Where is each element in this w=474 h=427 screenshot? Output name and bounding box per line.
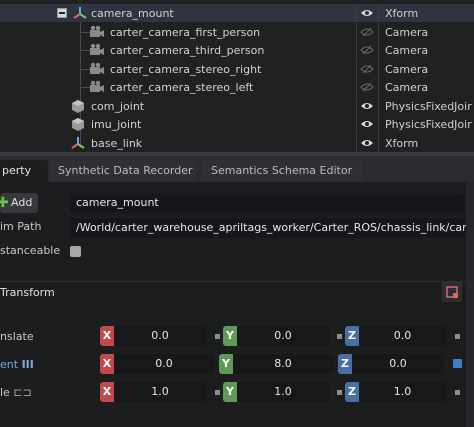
tab-label: Synthetic Data Recorder [58,164,193,177]
instanceable-checkbox[interactable] [70,246,81,257]
translate-label: nslate [0,330,34,343]
orient-z-axis: Z [338,354,352,374]
transform-options-icon[interactable] [442,282,462,302]
tab-label: perty [2,164,32,177]
keyframe-dot[interactable] [455,334,460,339]
camera-icon [89,80,105,94]
orient-z-field[interactable]: 0.0 [352,354,444,374]
panel-scrollbar[interactable] [466,182,474,427]
tab-property[interactable]: perty [0,160,48,182]
scale-z-field[interactable]: 1.0 [359,382,446,402]
visibility-off-icon[interactable] [360,45,374,55]
keyframe-dot[interactable] [215,334,220,339]
tree-row-camera[interactable]: carter_camera_first_person Camera [0,23,474,41]
tree-row-label: carter_camera_stereo_left [110,81,254,94]
translate-z-axis: Z [345,326,359,346]
tree-row-camera[interactable]: carter_camera_stereo_right Camera [0,60,474,78]
translate-y-axis: Y [223,326,237,346]
tree-row-type: Camera [385,63,429,76]
tree-row-camera[interactable]: carter_camera_stereo_left Camera [0,78,474,96]
scale-x-field[interactable]: 1.0 [114,382,206,402]
prim-path-label: im Path [0,220,42,233]
orient-y-field[interactable]: 8.0 [233,354,333,374]
tree-row-type: Camera [385,44,429,57]
tab-semantics-schema-editor[interactable]: Semantics Schema Editor [201,160,363,182]
keyframe-dot[interactable] [337,334,342,339]
keyframe-dot[interactable] [215,390,220,395]
keyframe-dot[interactable] [455,390,460,395]
tree-row-imu-joint[interactable]: imu_joint PhysicsFixedJoir [0,115,474,133]
prim-path-field[interactable]: /World/carter_warehouse_apriltags_worker… [70,218,466,238]
translate-x-field[interactable]: 0.0 [114,326,206,346]
panel-tab-bar: perty Synthetic Data Recorder Semantics … [0,152,474,182]
visibility-off-icon[interactable] [360,82,374,92]
visibility-eye-icon[interactable] [360,101,374,111]
translate-x-axis: X [100,326,114,346]
tree-row-type: Xform [385,7,419,20]
camera-icon [89,43,105,57]
tree-row-label: camera_mount [91,7,174,20]
visibility-eye-icon[interactable] [360,138,374,148]
tree-row-camera[interactable]: carter_camera_third_person Camera [0,41,474,59]
translate-z-field[interactable]: 0.0 [359,326,446,346]
joint-icon [70,99,86,113]
joint-icon [70,117,86,131]
tree-row-base-link[interactable]: base_link Xform [0,134,474,152]
orient-x-axis: X [100,354,114,374]
transform-section-title[interactable]: Transform [0,286,55,299]
prim-name-field[interactable]: camera_mount [70,193,464,213]
link-scale-icon[interactable]: ⊏⊐ [13,386,31,399]
tree-row-type: Xform [385,137,419,150]
tree-row-label: carter_camera_first_person [110,26,261,39]
tree-row-label: carter_camera_third_person [110,44,265,57]
scale-label: le ⊏⊐ [0,386,32,399]
section-divider [0,281,474,282]
collapse-toggle[interactable] [57,8,67,18]
camera-icon [89,62,105,76]
xform-icon [72,6,88,20]
tree-row-type: Camera [385,26,429,39]
camera-icon [89,25,105,39]
tree-row-label: base_link [91,137,143,150]
scale-y-axis: Y [223,382,237,402]
tab-label: Semantics Schema Editor [211,164,353,177]
add-button-label: Add [11,196,33,209]
rotation-order-icon[interactable]: III [22,358,34,371]
add-button[interactable]: ✚ Add [0,193,38,213]
orient-x-field[interactable]: 0.0 [114,354,214,374]
orient-label: ent III [0,358,34,371]
scale-y-field[interactable]: 1.0 [237,382,329,402]
tree-row-camera-mount[interactable]: camera_mount Xform [0,4,474,22]
stage-tree: camera_mount Xform carter_camera_first_p… [0,0,474,152]
keyframe-active-dot[interactable] [453,359,462,368]
tree-row-com-joint[interactable]: com_joint PhysicsFixedJoir [0,97,474,115]
tree-row-label: carter_camera_stereo_right [110,63,262,76]
scale-z-axis: Z [345,382,359,402]
tree-row-label: imu_joint [91,118,142,131]
xform-icon [70,136,86,150]
tree-row-type: PhysicsFixedJoir [385,100,472,113]
property-panel: ✚ Add camera_mount im Path /World/carter… [0,182,474,427]
orient-y-axis: Y [219,354,233,374]
scale-label-text: le [0,386,10,399]
tab-synthetic-data-recorder[interactable]: Synthetic Data Recorder [50,160,196,182]
plus-icon: ✚ [0,195,9,211]
orient-label-text: ent [0,358,19,371]
tree-row-type: PhysicsFixedJoir [385,118,472,131]
visibility-off-icon[interactable] [360,64,374,74]
visibility-eye-icon[interactable] [360,8,374,18]
keyframe-dot[interactable] [337,390,342,395]
tree-row-type: Camera [385,81,429,94]
translate-y-field[interactable]: 0.0 [237,326,329,346]
visibility-eye-icon[interactable] [360,119,374,129]
tree-row-label: com_joint [91,100,145,113]
scale-x-axis: X [100,382,114,402]
instanceable-label: stanceable [0,244,61,257]
visibility-off-icon[interactable] [360,27,374,37]
